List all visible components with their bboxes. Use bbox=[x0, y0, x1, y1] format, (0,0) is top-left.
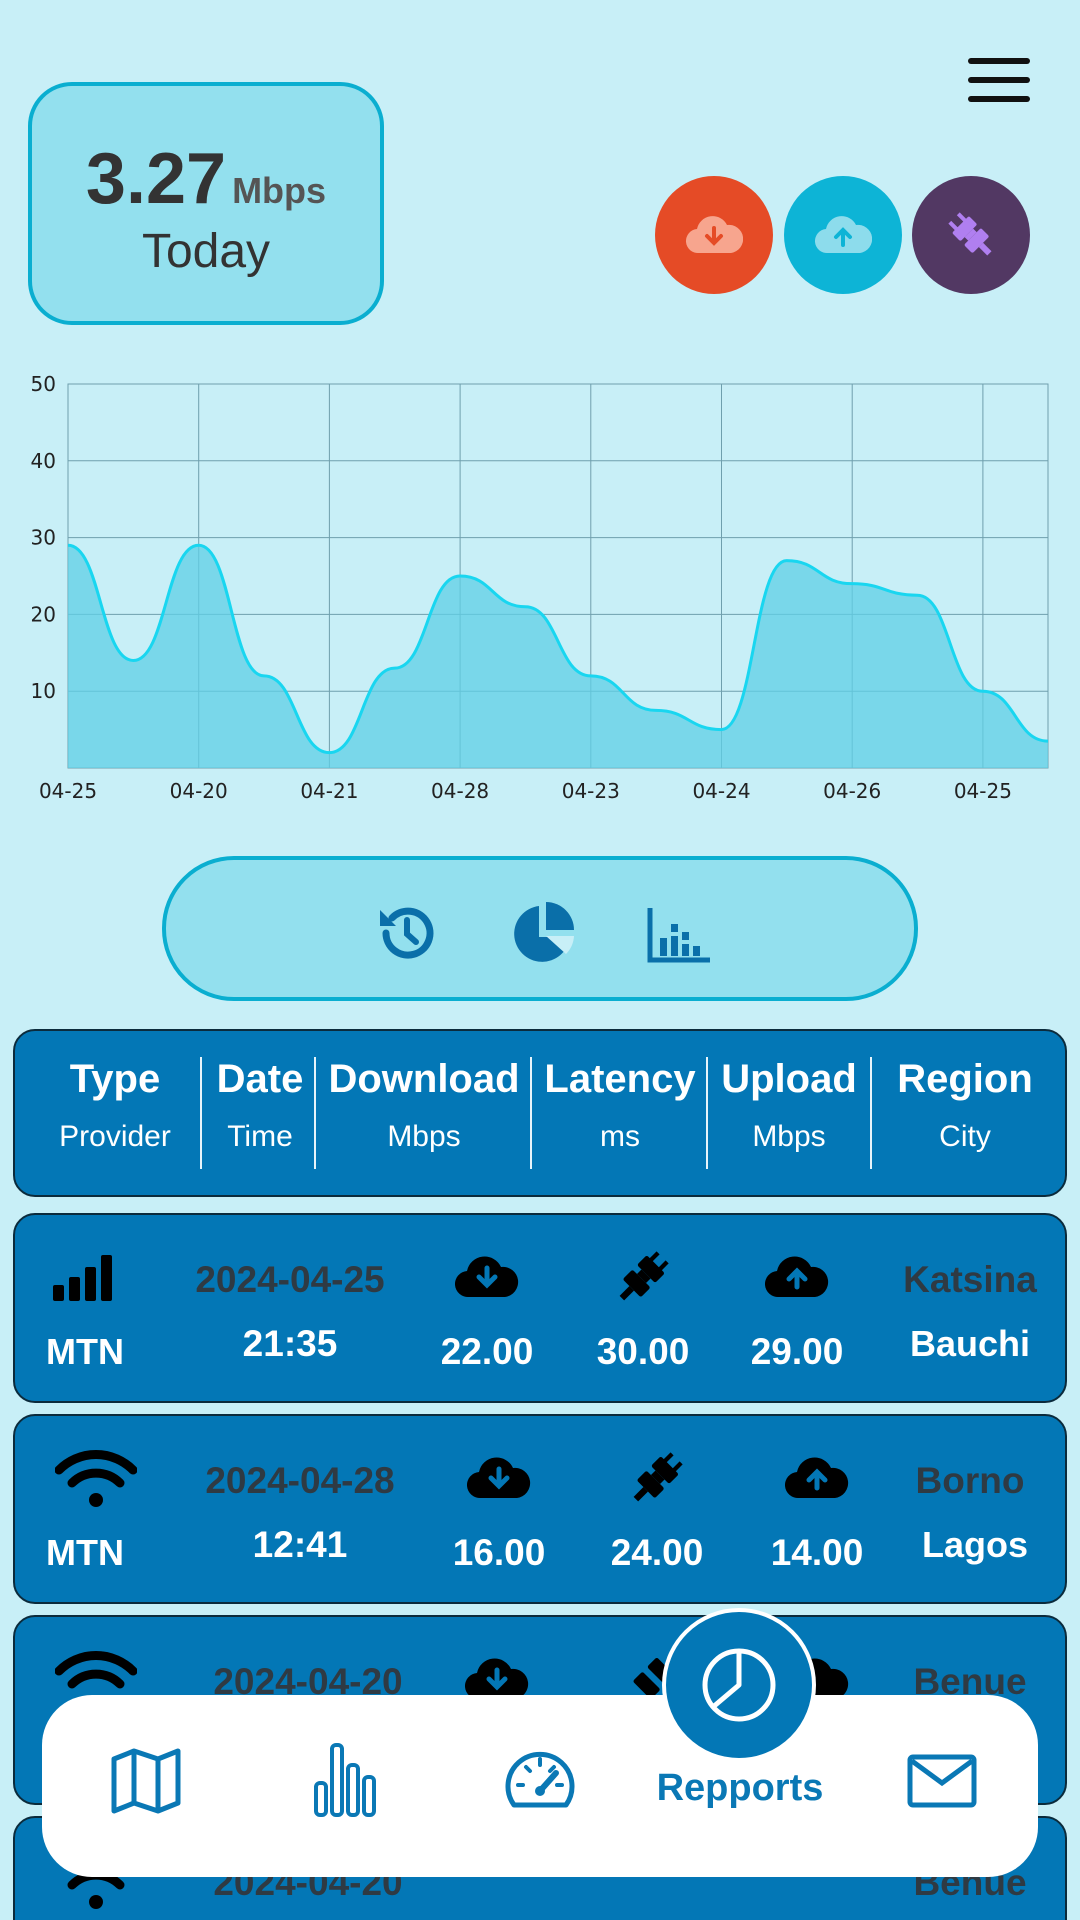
reports-tab-button[interactable] bbox=[662, 1608, 816, 1762]
col-date: Date Time bbox=[216, 1057, 304, 1153]
plug-icon bbox=[948, 212, 992, 256]
cloud-upload-icon bbox=[815, 216, 872, 254]
provider: MTN bbox=[46, 1532, 124, 1573]
col-download: Download Mbps bbox=[328, 1057, 520, 1153]
column-divider bbox=[530, 1057, 532, 1169]
col-latency: Latency ms bbox=[544, 1057, 696, 1153]
date: 2024-04-28 bbox=[205, 1460, 395, 1501]
pie-chart-icon[interactable] bbox=[508, 898, 578, 968]
plug-icon bbox=[633, 1452, 683, 1502]
column-divider bbox=[870, 1057, 872, 1169]
latency-value: 24.00 bbox=[610, 1532, 704, 1573]
table-row[interactable]: MTN 2024-04-28 12:41 16.00 24.00 14.00 B… bbox=[13, 1414, 1067, 1604]
mail-icon[interactable] bbox=[904, 1743, 980, 1819]
cellular-signal-icon bbox=[53, 1255, 112, 1301]
cloud-download-icon bbox=[455, 1256, 519, 1298]
latency-value: 30.00 bbox=[596, 1331, 690, 1372]
menu-icon bbox=[968, 58, 1030, 64]
col-region: Region City bbox=[897, 1057, 1033, 1153]
column-divider bbox=[706, 1057, 708, 1169]
city: Lagos bbox=[921, 1524, 1028, 1565]
download-filter-button[interactable] bbox=[655, 176, 773, 294]
download-value: 22.00 bbox=[440, 1331, 534, 1372]
x-tick-label: 04-28 bbox=[431, 779, 489, 803]
wifi-icon bbox=[55, 1450, 137, 1507]
pie-chart-icon bbox=[702, 1648, 776, 1722]
plug-icon bbox=[619, 1251, 669, 1301]
view-toggle-bar bbox=[162, 856, 918, 1001]
column-divider bbox=[314, 1057, 316, 1169]
cloud-download-icon bbox=[467, 1457, 531, 1499]
speed-period-label: Today bbox=[141, 225, 271, 278]
x-tick-label: 04-23 bbox=[562, 779, 620, 803]
column-divider bbox=[200, 1057, 202, 1169]
date: 2024-04-25 bbox=[195, 1259, 385, 1300]
y-tick-label: 10 bbox=[31, 679, 56, 703]
download-value: 16.00 bbox=[452, 1532, 546, 1573]
provider: MTN bbox=[46, 1331, 124, 1372]
speed-value: 3.27 bbox=[85, 139, 227, 219]
speed-unit: Mbps bbox=[232, 170, 327, 211]
table-header: Type Provider Date Time Download Mbps Laten… bbox=[13, 1029, 1067, 1197]
cloud-download-icon bbox=[686, 216, 743, 254]
y-tick-label: 40 bbox=[31, 449, 56, 473]
cloud-upload-icon bbox=[785, 1457, 849, 1499]
map-icon[interactable] bbox=[108, 1743, 184, 1819]
col-type: Type Provider bbox=[59, 1057, 171, 1153]
speedometer-icon[interactable] bbox=[502, 1743, 578, 1819]
x-tick-label: 04-25 bbox=[39, 779, 97, 803]
reports-tab-label[interactable]: Repports bbox=[640, 1767, 840, 1810]
series-area bbox=[68, 545, 1048, 768]
time: 21:35 bbox=[242, 1323, 338, 1364]
x-tick-label: 04-26 bbox=[823, 779, 881, 803]
speed-chart: 10 20 30 40 50 04-25 04-20 04-21 04-28 04-23 04-24… bbox=[31, 372, 1049, 803]
y-tick-label: 50 bbox=[31, 372, 56, 396]
x-tick-label: 04-21 bbox=[300, 779, 358, 803]
bottom-navigation bbox=[42, 1695, 1038, 1877]
x-tick-label: 04-24 bbox=[692, 779, 750, 803]
region: Katsina bbox=[903, 1259, 1037, 1300]
region: Borno bbox=[915, 1460, 1025, 1501]
col-upload: Upload Mbps bbox=[721, 1057, 857, 1153]
upload-filter-button[interactable] bbox=[784, 176, 902, 294]
upload-value: 29.00 bbox=[750, 1331, 844, 1372]
city: Bauchi bbox=[909, 1323, 1031, 1364]
menu-button[interactable] bbox=[968, 58, 1030, 110]
y-tick-label: 30 bbox=[31, 526, 56, 550]
x-tick-label: 04-25 bbox=[954, 779, 1012, 803]
latency-filter-button[interactable] bbox=[912, 176, 1030, 294]
cloud-download-icon bbox=[465, 1658, 529, 1700]
bar-chart-icon[interactable] bbox=[644, 898, 714, 968]
upload-value: 14.00 bbox=[770, 1532, 864, 1573]
cloud-upload-icon bbox=[765, 1256, 829, 1298]
today-speed-card: 3.27 Mbps Today bbox=[28, 82, 384, 325]
table-row[interactable]: MTN 2024-04-25 21:35 22.00 30.00 29.00 K… bbox=[13, 1213, 1067, 1403]
history-icon[interactable] bbox=[372, 898, 442, 968]
time: 12:41 bbox=[252, 1524, 348, 1565]
y-tick-label: 20 bbox=[31, 602, 56, 626]
bar-chart-icon[interactable] bbox=[306, 1743, 382, 1819]
x-tick-label: 04-20 bbox=[170, 779, 228, 803]
